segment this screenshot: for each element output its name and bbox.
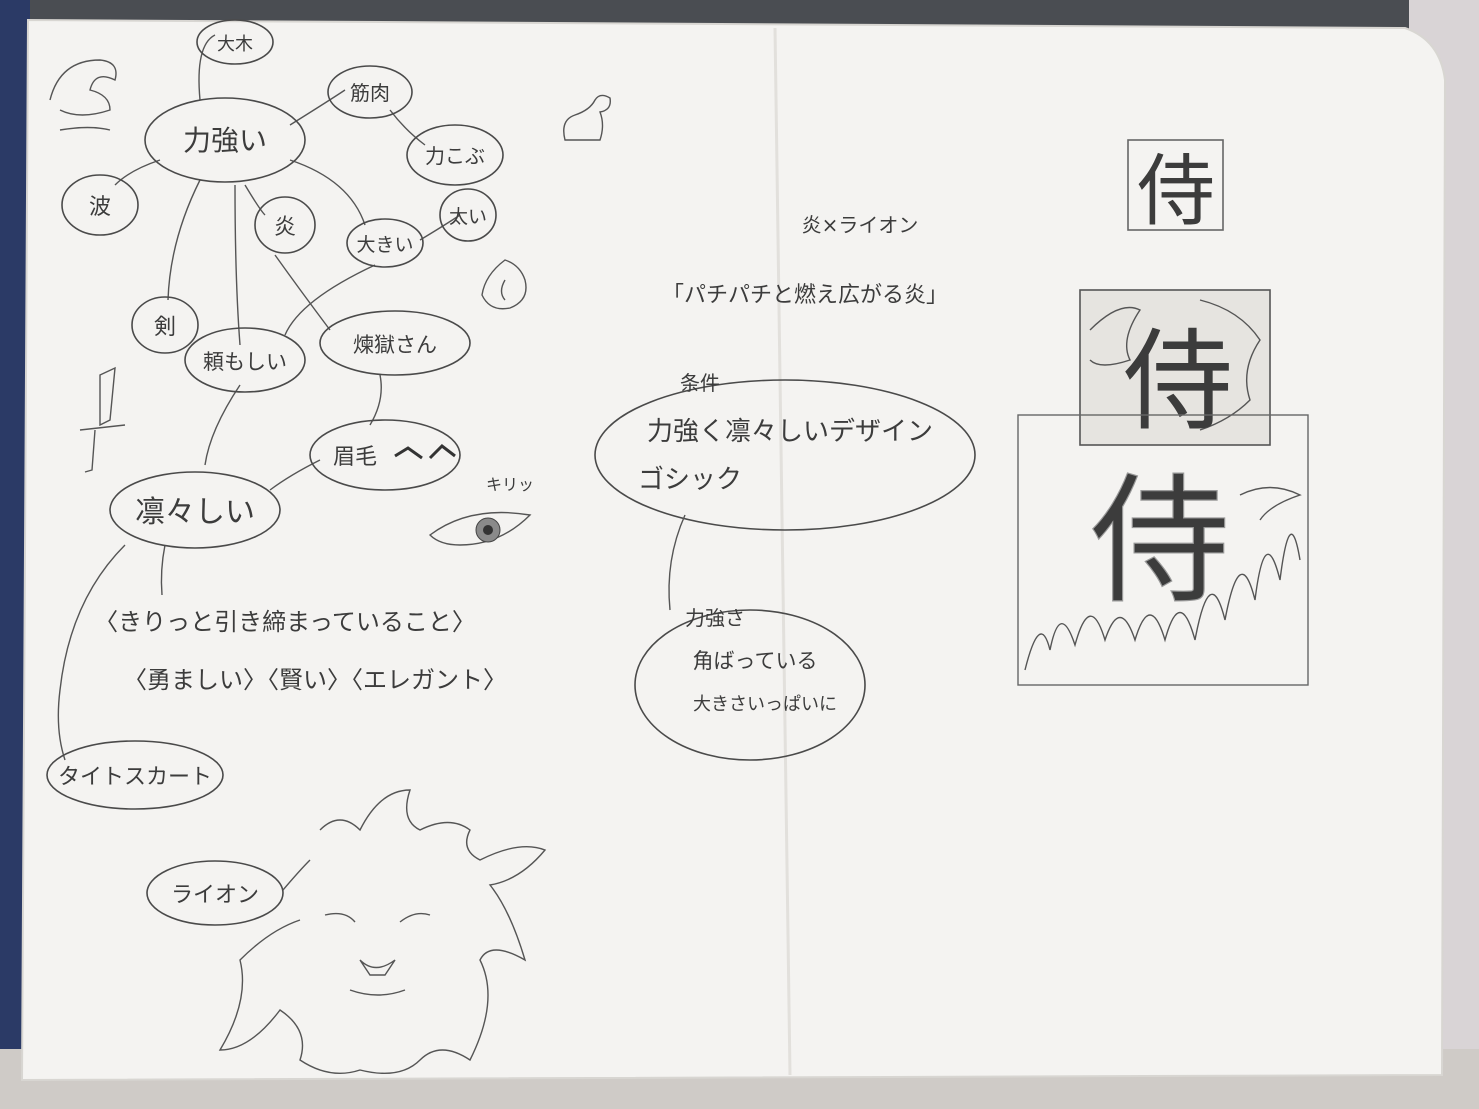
svg-text:太い: 太い [449, 206, 487, 228]
svg-text:煉獄さん: 煉獄さん [353, 333, 437, 357]
svg-text:頼もしい: 頼もしい [203, 350, 287, 374]
svg-text:筋肉: 筋肉 [350, 81, 390, 105]
sketch-paper: 大木 力強い 筋肉 力こぶ 波 炎 大きい 太い 剣 頼もしい 煉獄さん 眉毛 … [20, 18, 1447, 1082]
strength-line2: 大きさいっぱいに [693, 694, 837, 715]
conditions-label: 条件 [680, 371, 720, 395]
conditions-line1: 力強く凛々しいデザイン [647, 417, 933, 447]
svg-text:剣: 剣 [154, 315, 176, 340]
svg-text:力強い: 力強い [183, 124, 267, 157]
heading-fire-lion: 炎×ライオン [802, 213, 919, 237]
svg-text:侍: 侍 [1090, 461, 1230, 624]
svg-text:タイトスカート: タイトスカート [58, 765, 212, 790]
svg-text:波: 波 [89, 195, 111, 220]
strength-label: 力強さ [685, 606, 745, 630]
strength-line1: 角ばっている [693, 649, 818, 673]
svg-text:ライオン: ライオン [171, 883, 259, 908]
phrase-kiritto: 〈きりっと引き締まっていること〉 [94, 608, 476, 636]
svg-text:大木: 大木 [217, 34, 253, 55]
paper-sheet [20, 18, 1447, 1082]
svg-text:眉毛: 眉毛 [333, 445, 377, 470]
samurai-logo-shaded: 侍 [1079, 289, 1271, 446]
quote-crackling-fire: 「パチパチと燃え広がる炎」 [662, 283, 948, 308]
svg-text:凛々しい: 凛々しい [135, 495, 255, 530]
conditions-line2: ゴシック [638, 465, 742, 495]
kiri-label: キリッ [486, 475, 534, 494]
svg-text:炎: 炎 [274, 215, 296, 240]
svg-text:侍: 侍 [1123, 318, 1233, 446]
samurai-logo-small: 侍 [1127, 139, 1224, 237]
svg-text:大きい: 大きい [356, 234, 413, 256]
svg-text:力こぶ: 力こぶ [425, 144, 485, 168]
phrase-traits: 〈勇ましい〉〈賢い〉〈エレガント〉 [123, 666, 507, 694]
svg-text:侍: 侍 [1137, 147, 1215, 237]
photo-scene: 大木 力強い 筋肉 力こぶ 波 炎 大きい 太い 剣 頼もしい 煉獄さん 眉毛 … [0, 0, 1479, 1109]
